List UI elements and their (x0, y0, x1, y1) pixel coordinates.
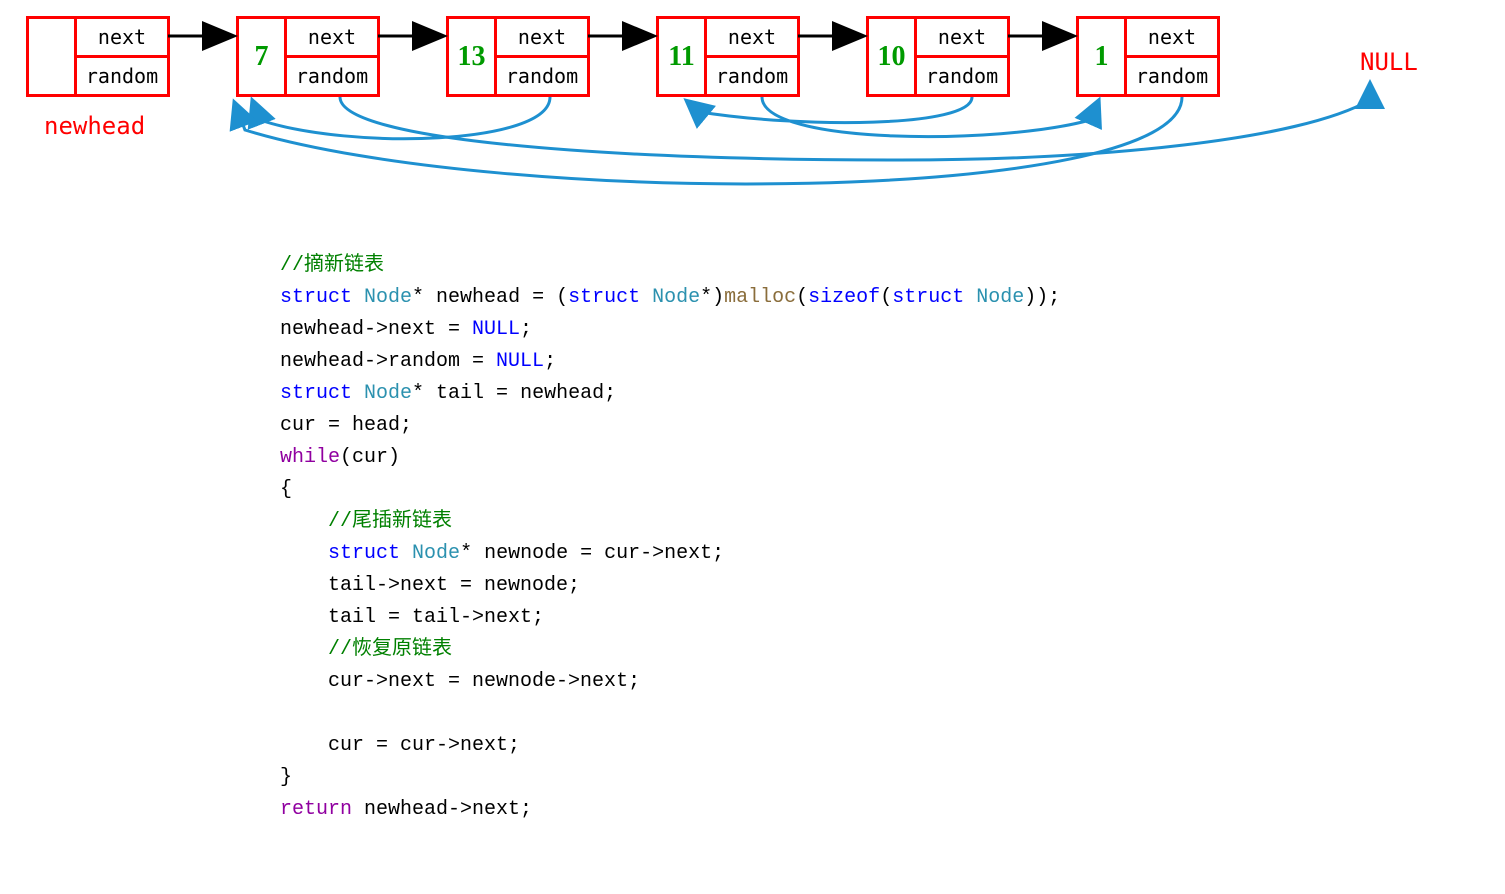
code-line: struct Node* newhead = (struct Node*)mal… (280, 282, 1060, 314)
code-line: { (280, 474, 1060, 506)
code-line: struct Node* tail = newhead; (280, 378, 1060, 410)
node-value: 10 (869, 19, 917, 94)
node-random-label: random (287, 58, 377, 94)
node-next-label: next (707, 19, 797, 58)
linked-list-diagram: next random 7 next random 13 next random… (0, 0, 1505, 230)
node-2: 13 next random (446, 16, 590, 97)
code-line: //恢复原链表 (280, 634, 1060, 666)
node-next-label: next (917, 19, 1007, 58)
code-block: //摘新链表struct Node* newhead = (struct Nod… (280, 250, 1060, 826)
node-random-label: random (707, 58, 797, 94)
node-value: 11 (659, 19, 707, 94)
code-line: //尾插新链表 (280, 506, 1060, 538)
node-random-label: random (497, 58, 587, 94)
code-line: while(cur) (280, 442, 1060, 474)
code-line: cur->next = newnode->next; (280, 666, 1060, 698)
node-next-label: next (497, 19, 587, 58)
node-value (29, 19, 77, 94)
newhead-label: newhead (44, 112, 145, 140)
node-value: 13 (449, 19, 497, 94)
code-line: cur = head; (280, 410, 1060, 442)
node-3: 11 next random (656, 16, 800, 97)
code-line (280, 698, 1060, 730)
null-label: NULL (1360, 48, 1418, 76)
node-value: 7 (239, 19, 287, 94)
code-line: newhead->next = NULL; (280, 314, 1060, 346)
node-next-label: next (1127, 19, 1217, 58)
code-line: //摘新链表 (280, 250, 1060, 282)
node-1: 7 next random (236, 16, 380, 97)
node-4: 10 next random (866, 16, 1010, 97)
code-line: tail->next = newnode; (280, 570, 1060, 602)
code-line: tail = tail->next; (280, 602, 1060, 634)
code-line: newhead->random = NULL; (280, 346, 1060, 378)
node-newhead: next random (26, 16, 170, 97)
node-next-label: next (77, 19, 167, 58)
node-random-label: random (77, 58, 167, 94)
code-line: } (280, 762, 1060, 794)
node-value: 1 (1079, 19, 1127, 94)
code-line: cur = cur->next; (280, 730, 1060, 762)
node-5: 1 next random (1076, 16, 1220, 97)
node-next-label: next (287, 19, 377, 58)
code-line: struct Node* newnode = cur->next; (280, 538, 1060, 570)
node-random-label: random (917, 58, 1007, 94)
code-line: return newhead->next; (280, 794, 1060, 826)
node-random-label: random (1127, 58, 1217, 94)
